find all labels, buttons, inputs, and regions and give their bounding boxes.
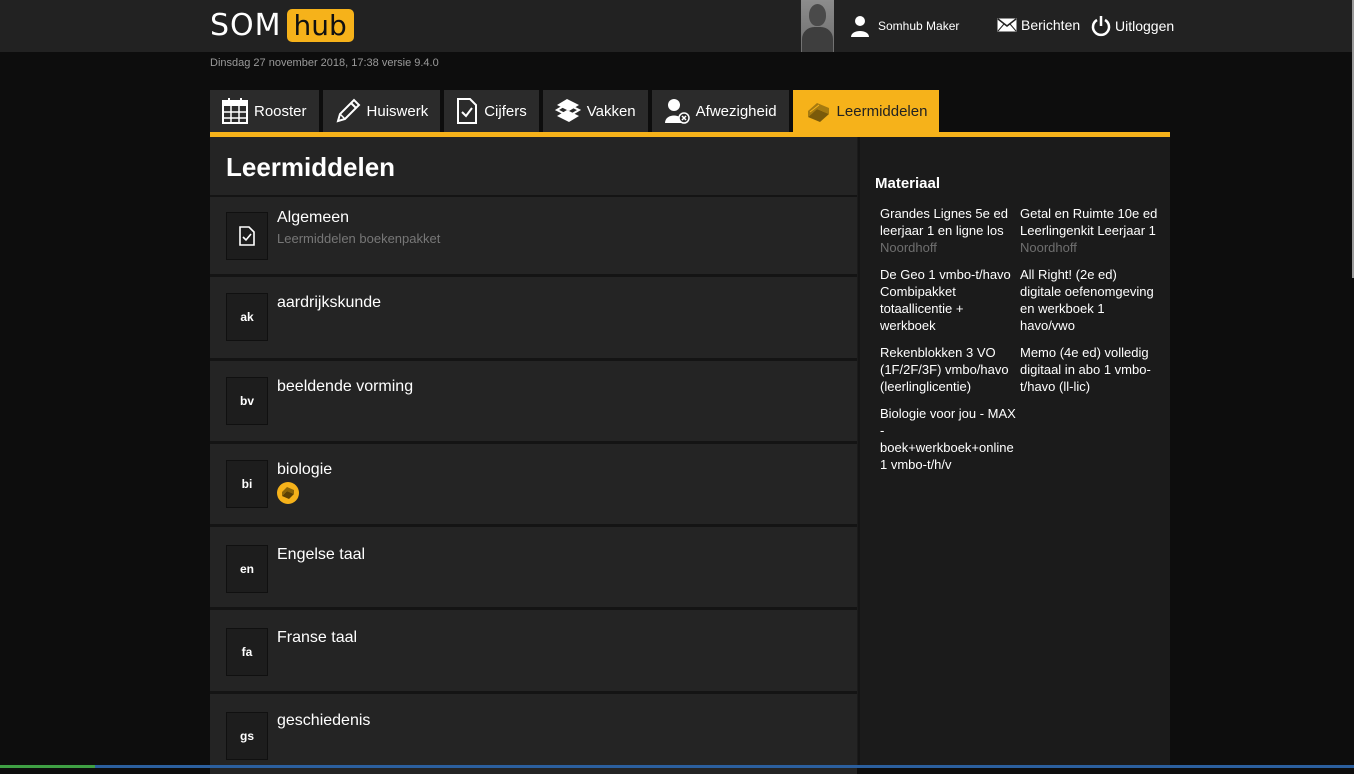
messages-link[interactable]: Berichten: [997, 17, 1080, 33]
top-bar: SOM hub Somhub Maker Berichten Uitloggen: [0, 0, 1354, 52]
user-profile-link[interactable]: Somhub Maker: [850, 15, 959, 37]
material-title: Getal en Ruimte 10e ed Leerlingenkit Lee…: [1020, 206, 1158, 238]
material-item[interactable]: Biologie voor jou - MAX - boek+werkboek+…: [880, 405, 1020, 473]
somhub-logo[interactable]: SOM hub: [210, 8, 354, 43]
grade-sheet-icon: [457, 98, 478, 124]
subject-name: Franse taal: [277, 629, 358, 646]
page-title: Leermiddelen: [210, 137, 857, 197]
tab-cijfers[interactable]: Cijfers: [444, 90, 539, 132]
user-icon: [851, 16, 869, 37]
books-icon: [554, 99, 581, 122]
book-badge-icon[interactable]: [277, 482, 299, 504]
document-check-icon: [239, 226, 255, 246]
subject-badge: fa: [226, 628, 268, 676]
book-icon: [807, 103, 829, 122]
tab-rooster-label: Rooster: [254, 102, 307, 120]
materials-grid: Grandes Lignes 5e ed leerjaar 1 en ligne…: [880, 205, 1170, 473]
logout-link[interactable]: Uitloggen: [1091, 15, 1174, 37]
pencil-icon: [336, 98, 360, 123]
materials-panel: Materiaal Grandes Lignes 5e ed leerjaar …: [858, 137, 1170, 768]
user-name: Somhub Maker: [878, 19, 960, 33]
tab-leermiddelen[interactable]: Leermiddelen: [792, 90, 940, 132]
subject-item-beeldende-vorming[interactable]: bv beeldende vorming: [210, 361, 857, 444]
material-publisher: Noordhoff: [1020, 240, 1077, 255]
subject-badge: ak: [226, 293, 268, 341]
main-nav-tabs: Rooster Huiswerk Cijfers Vakken Afwezigh…: [210, 90, 943, 132]
subject-item-engelse-taal[interactable]: en Engelse taal: [210, 527, 857, 610]
subject-name: geschiedenis: [277, 712, 371, 729]
logo-hub-text: hub: [286, 9, 354, 42]
subject-list: Leermiddelen Algemeen Leermiddelen boeke…: [210, 137, 857, 774]
subject-name: beeldende vorming: [277, 378, 414, 395]
tab-rooster[interactable]: Rooster: [210, 90, 319, 132]
subject-item-franse-taal[interactable]: fa Franse taal: [210, 610, 857, 694]
power-icon: [1091, 16, 1111, 37]
subject-name: aardrijkskunde: [277, 294, 382, 311]
material-title: De Geo 1 vmbo-t/havo Combipakket totaall…: [880, 267, 1011, 333]
logo-som-text: SOM: [210, 8, 282, 43]
material-title: Rekenblokken 3 VO (1F/2F/3F) vmbo/havo (…: [880, 345, 1009, 394]
subject-name: biologie: [277, 461, 333, 478]
materials-title: Materiaal: [875, 175, 941, 192]
subject-name: Engelse taal: [277, 546, 366, 563]
subject-badge: bv: [226, 377, 268, 425]
subject-item-aardrijkskunde[interactable]: ak aardrijkskunde: [210, 277, 857, 361]
tab-huiswerk-label: Huiswerk: [366, 102, 429, 120]
tab-afwezigheid[interactable]: Afwezigheid: [651, 90, 789, 132]
material-item[interactable]: Memo (4e ed) volledig digitaal in abo 1 …: [1020, 344, 1160, 395]
subject-item-algemeen[interactable]: Algemeen Leermiddelen boekenpakket: [210, 197, 857, 277]
material-title: All Right! (2e ed) digitale oefenomgevin…: [1020, 267, 1154, 333]
main-panel: Leermiddelen Algemeen Leermiddelen boeke…: [210, 137, 1170, 774]
subject-item-biologie[interactable]: bi biologie: [210, 444, 857, 527]
tab-cijfers-label: Cijfers: [484, 102, 527, 120]
calendar-icon: [222, 98, 248, 124]
subject-badge: en: [226, 545, 268, 593]
subject-badge: bi: [226, 460, 268, 508]
messages-label: Berichten: [1021, 17, 1081, 33]
avatar[interactable]: [801, 0, 834, 52]
material-item[interactable]: Rekenblokken 3 VO (1F/2F/3F) vmbo/havo (…: [880, 344, 1020, 395]
material-title: Biologie voor jou - MAX - boek+werkboek+…: [880, 406, 1016, 472]
logout-label: Uitloggen: [1115, 18, 1175, 34]
subject-name: Algemeen: [277, 209, 350, 226]
material-item[interactable]: De Geo 1 vmbo-t/havo Combipakket totaall…: [880, 266, 1020, 334]
envelope-icon: [997, 18, 1017, 32]
tab-huiswerk[interactable]: Huiswerk: [322, 90, 441, 132]
date-version-text: Dinsdag 27 november 2018, 17:38 versie 9…: [210, 57, 439, 69]
tab-vakken-label: Vakken: [586, 102, 636, 120]
material-publisher: Noordhoff: [880, 240, 937, 255]
material-item[interactable]: All Right! (2e ed) digitale oefenomgevin…: [1020, 266, 1160, 334]
tab-afwezigheid-label: Afwezigheid: [695, 102, 777, 120]
tab-vakken[interactable]: Vakken: [542, 90, 648, 132]
subject-badge: gs: [226, 712, 268, 760]
material-title: Grandes Lignes 5e ed leerjaar 1 en ligne…: [880, 206, 1008, 238]
material-title: Memo (4e ed) volledig digitaal in abo 1 …: [1020, 345, 1151, 394]
subject-item-geschiedenis[interactable]: gs geschiedenis: [210, 694, 857, 774]
subject-badge: [226, 212, 268, 260]
material-item[interactable]: Getal en Ruimte 10e ed Leerlingenkit Lee…: [1020, 205, 1160, 256]
material-item[interactable]: Grandes Lignes 5e ed leerjaar 1 en ligne…: [880, 205, 1020, 256]
absence-icon: [664, 99, 690, 124]
subject-subtitle: Leermiddelen boekenpakket: [277, 231, 441, 246]
tab-leermiddelen-label: Leermiddelen: [836, 102, 928, 120]
